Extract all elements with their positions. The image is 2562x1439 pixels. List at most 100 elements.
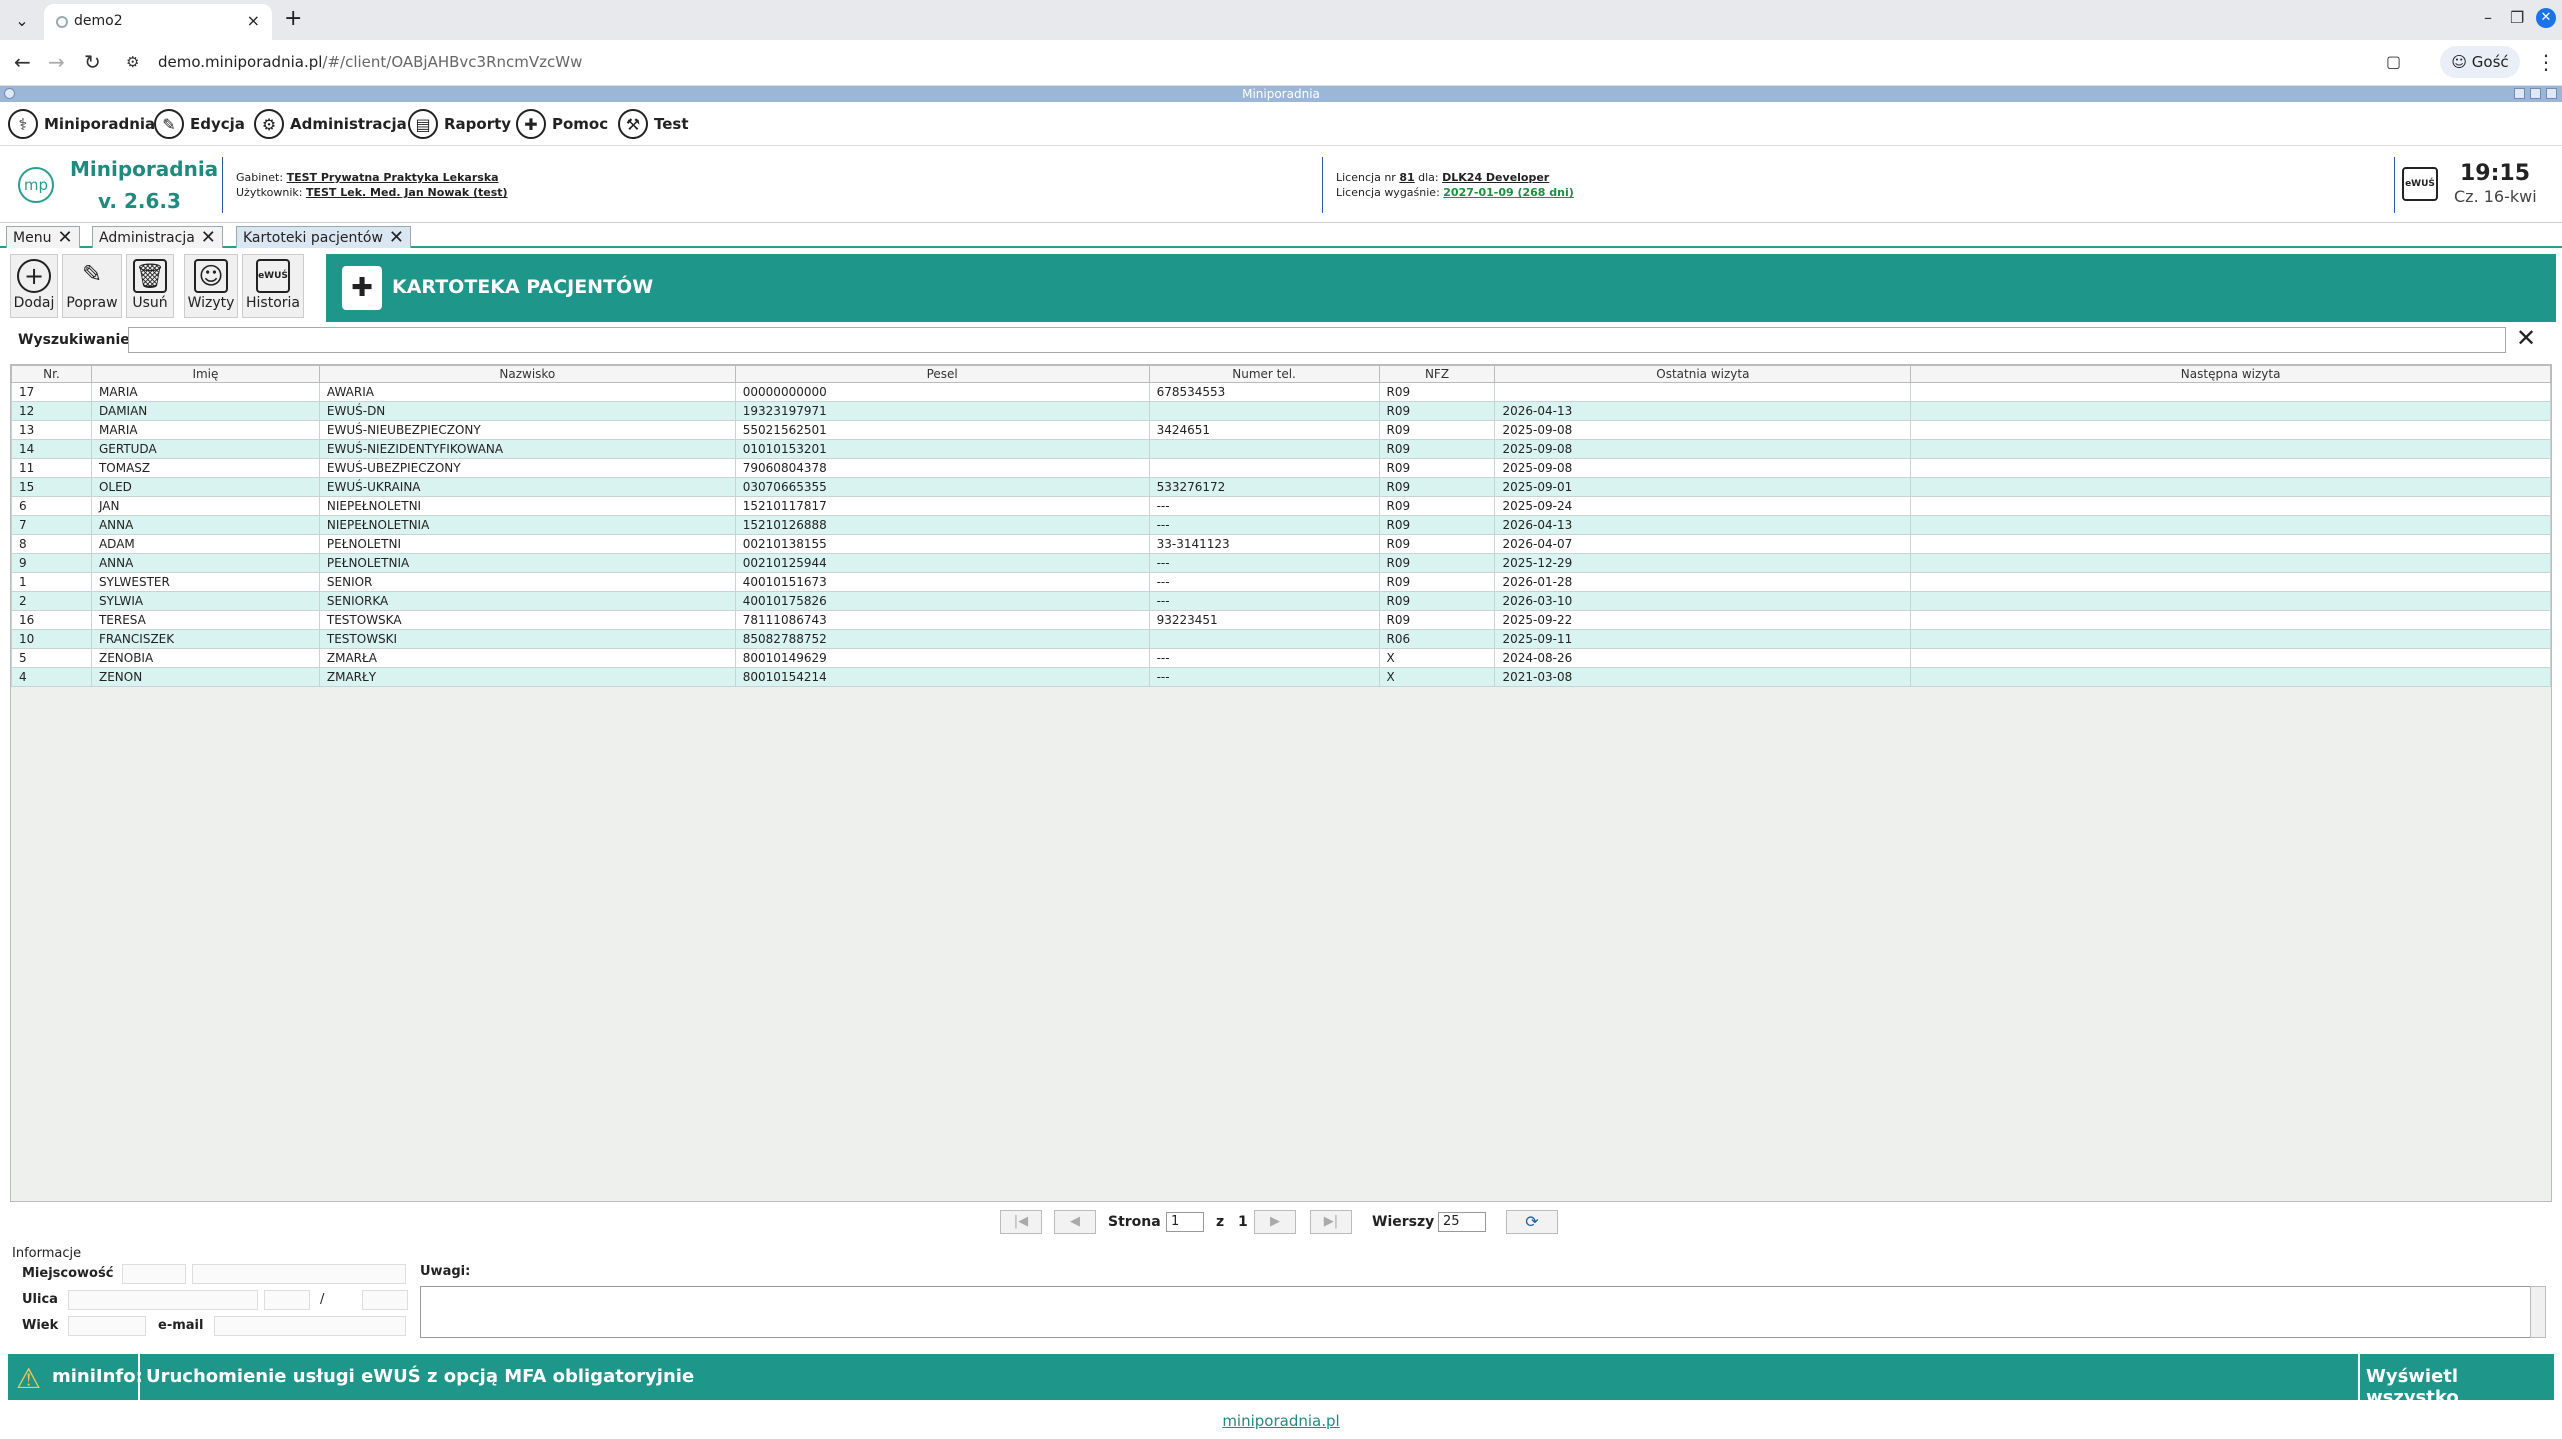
table-cell: R09 [1378,420,1496,440]
clock-date: Cz. 16-kwi [2454,187,2537,206]
app-minimize-icon[interactable] [2514,88,2525,99]
plus-icon: + [17,259,51,293]
table-cell: 17 [11,382,92,402]
minimize-icon[interactable]: – [2484,8,2492,27]
new-tab-icon[interactable]: + [284,6,302,31]
toolbar: + Dodaj ✎ Popraw 🗑 Usuń ☺ Wizyty eWUŚ Hi… [0,250,2562,322]
prev-page-icon[interactable]: ◀ [1054,1210,1096,1234]
app-maximize-icon[interactable] [2530,88,2541,99]
expires-value: 2027-01-09 (268 dni) [1443,186,1574,199]
close-window-icon[interactable]: ✕ [2536,8,2556,28]
address-bar[interactable]: demo.miniporadnia.pl/#/client/OABjAHBvc3… [158,53,582,71]
col-imie[interactable]: Imię [90,365,320,383]
site-info-icon[interactable]: ⚙ [126,53,139,71]
reload-icon[interactable]: ↻ [84,50,101,74]
table-row[interactable]: 5 ZENOBIA ZMARŁA 80010149629 --- X 2024-08-26 [11,648,2551,668]
col-next-visit[interactable]: Następna wizyta [1910,365,2551,383]
tab-menu[interactable]: Menu ✕ [6,226,80,248]
table-row[interactable]: 10 FRANCISZEK TESTOWSKI 85082788752 R06 2025-… [11,629,2551,649]
edit-button[interactable]: ✎ Popraw [62,254,122,318]
window-title-text: Miniporadnia [1242,87,1320,101]
close-icon[interactable]: ✕ [57,228,72,246]
refresh-icon[interactable]: ⟳ [1506,1210,1558,1234]
table-cell: 2024-08-26 [1494,648,1912,668]
search-input[interactable] [128,327,2506,353]
license-holder[interactable]: DLK24 Developer [1442,171,1549,184]
close-tab-icon[interactable]: × [247,11,260,30]
table-row[interactable]: 12 DAMIAN EWUŚ-DN 19323197971 R09 2026-04-13 [11,401,2551,421]
table-row[interactable]: 16 TERESA TESTOWSKA 78111086743 93223451 R09 2… [11,610,2551,630]
clipboard-icon[interactable]: ▢ [2386,52,2401,71]
first-page-icon[interactable]: |◀ [1000,1210,1042,1234]
table-cell: 40010151673 [734,572,1150,592]
col-nfz[interactable]: NFZ [1378,365,1496,383]
email-label: e-mail [158,1318,204,1333]
table-row[interactable]: 2 SYLWIA SENIORKA 40010175826 --- R09 2026-03-… [11,591,2551,611]
tab-administracja[interactable]: Administracja ✕ [92,226,223,248]
table-cell [1148,439,1380,459]
notes-label: Uwagi: [420,1264,471,1279]
table-cell: 2025-12-29 [1494,553,1912,573]
table-row[interactable]: 4 ZENON ZMARŁY 80010154214 --- X 2021-03-08 [11,667,2551,687]
clear-search-icon[interactable]: ✕ [2516,324,2536,352]
user-label: Użytkownik: [236,186,303,199]
table-row[interactable]: 6 JAN NIEPEŁNOLETNI 15210117817 --- R09 2025-0… [11,496,2551,516]
table-row[interactable]: 9 ANNA PEŁNOLETNIA 00210125944 --- R09 2025-12… [11,553,2551,573]
back-icon[interactable]: ← [14,50,31,74]
tab-kartoteki[interactable]: Kartoteki pacjentów ✕ [236,226,412,248]
profile-button[interactable]: ☺ Gość [2440,46,2520,78]
menu-pomoc[interactable]: ✚ Pomoc [516,106,608,142]
app-close-icon[interactable] [2546,88,2557,99]
pencil-icon: ✎ [81,260,103,288]
table-cell: R09 [1378,610,1496,630]
menu-miniporadnia[interactable]: ⚕ Miniporadnia [8,106,155,142]
table-row[interactable]: 13 MARIA EWUŚ-NIEUBEZPIECZONY 55021562501 34… [11,420,2551,440]
notes-scrollbar[interactable] [2530,1286,2546,1338]
table-row[interactable]: 15 OLED EWUŚ-UKRAINA 03070665355 533276172 R0… [11,477,2551,497]
table-cell: R09 [1378,553,1496,573]
col-phone[interactable]: Numer tel. [1148,365,1380,383]
table-row[interactable]: 8 ADAM PEŁNOLETNI 00210138155 33-3141123 R09 2… [11,534,2551,554]
menu-administracja[interactable]: ⚙ Administracja [254,106,407,142]
table-cell: 12 [11,401,92,421]
notes-field[interactable] [420,1286,2536,1338]
browser-menu-icon[interactable]: ⋮ [2536,50,2556,74]
page-input[interactable]: 1 [1166,1212,1204,1232]
history-button[interactable]: eWUŚ Historia [242,254,304,318]
mini-info-message[interactable]: Uruchomienie usługi eWUŚ z opcją MFA obl… [146,1366,694,1387]
col-pesel[interactable]: Pesel [734,365,1150,383]
forward-icon[interactable]: → [48,50,65,74]
menu-label: Edycja [190,115,245,133]
ewus-status-icon[interactable]: eWUŚ [2402,167,2438,201]
col-last-visit[interactable]: Ostatnia wizyta [1494,365,1912,383]
menu-test[interactable]: ⚒ Test [618,106,689,142]
user-link[interactable]: TEST Lek. Med. Jan Nowak (test) [306,186,508,199]
table-cell: 678534553 [1148,382,1380,402]
gabinet-link[interactable]: TEST Prywatna Praktyka Lekarska [287,171,499,184]
table-row[interactable]: 11 TOMASZ EWUŚ-UBEZPIECZONY 79060804378 R09 2… [11,458,2551,478]
table-row[interactable]: 1 SYLWESTER SENIOR 40010151673 --- R09 2026-01… [11,572,2551,592]
table-row[interactable]: 17 MARIA AWARIA 00000000000 678534553 R09 [11,382,2551,402]
close-icon[interactable]: ✕ [201,228,216,246]
menu-raporty[interactable]: ▤ Raporty [408,106,511,142]
next-page-icon[interactable]: ▶ [1254,1210,1296,1234]
site-link[interactable]: miniporadnia.pl [0,1412,2562,1430]
rows-input[interactable]: 25 [1438,1212,1486,1232]
table-row[interactable]: 14 GERTUDA EWUŚ-NIEZIDENTYFIKOWANA 01010153… [11,439,2551,459]
table-cell [1910,553,2551,573]
restore-icon[interactable]: ❐ [2510,8,2524,27]
menu-edycja[interactable]: ✎ Edycja [154,106,245,142]
col-nr[interactable]: Nr. [11,365,92,383]
table-cell: 14 [11,439,92,459]
close-icon[interactable]: ✕ [389,228,404,246]
visits-button[interactable]: ☺ Wizyty [184,254,238,318]
table-row[interactable]: 7 ANNA NIEPEŁNOLETNIA 15210126888 --- R09 2026… [11,515,2551,535]
delete-button[interactable]: 🗑 Usuń [126,254,174,318]
table-cell: NIEPEŁNOLETNI [318,496,736,516]
col-nazwisko[interactable]: Nazwisko [318,365,736,383]
browser-tab[interactable]: demo2 × [44,4,272,40]
show-all-button[interactable]: Wyświetl wszystko [2366,1366,2554,1408]
add-button[interactable]: + Dodaj [10,254,58,318]
last-page-icon[interactable]: ▶| [1310,1210,1352,1234]
tab-list-dropdown-icon[interactable]: ⌄ [8,8,36,34]
